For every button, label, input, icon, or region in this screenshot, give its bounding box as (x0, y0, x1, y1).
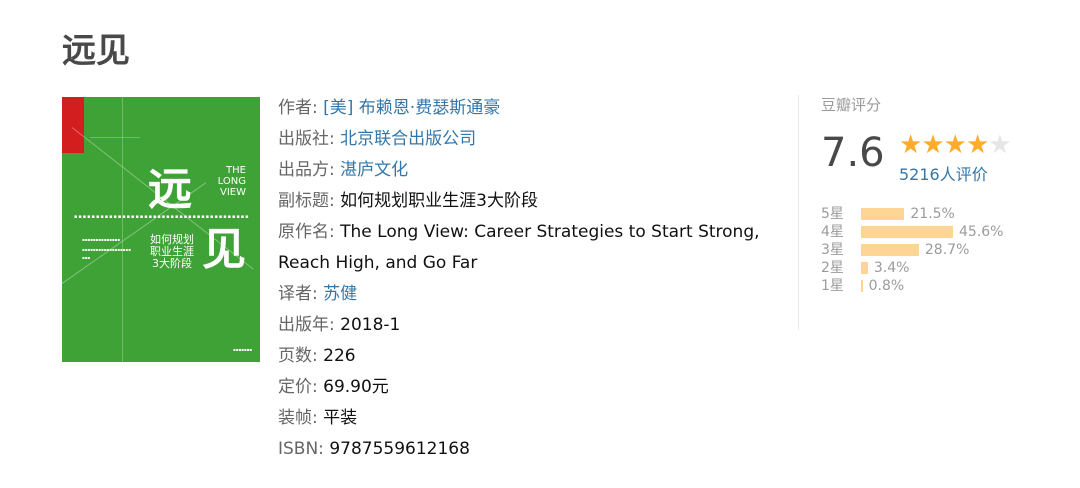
rating-distribution-row: 2星 3.4% (821, 259, 1028, 277)
cover-small-text: ▪▪▪▪▪▪▪▪▪▪▪▪▪▪ (82, 237, 120, 242)
rating-bar (861, 262, 868, 274)
info-value: The Long View: Career Strategies to Star… (278, 222, 760, 273)
info-label: 页数: (278, 346, 318, 366)
info-label: 副标题: (278, 191, 335, 211)
info-label: 原作名: (278, 222, 335, 242)
info-label: 装帧: (278, 408, 318, 428)
translator-link[interactable]: 苏健 (323, 284, 357, 304)
cover-publisher-mark: ▪▪▪▪▪▪▪ (233, 347, 252, 352)
rating-count-link[interactable]: 5216人评价 (899, 165, 988, 185)
rating-star-label: 1星 (821, 278, 844, 294)
rating-score: 7.6 (821, 130, 885, 176)
author-link[interactable]: [美] 布赖恩·费瑟斯通豪 (323, 98, 500, 118)
rating-star-label: 2星 (821, 260, 844, 276)
rating-percent: 21.5% (910, 206, 955, 222)
rating-summary: 7.6 ★★★★★ 5216人评价 (821, 125, 1028, 185)
rating-distribution-row: 4星 45.6% (821, 223, 1028, 241)
rating-panel: 豆瓣评分 7.6 ★★★★★ 5216人评价 5星 21.5% 4星 45.6% 3星 2… (798, 95, 1028, 330)
star-icon: ★ (988, 130, 1011, 160)
info-producer: 出品方: 湛庐文化 (278, 155, 778, 186)
info-value: 69.90元 (323, 377, 389, 397)
info-translator: 译者: 苏健 (278, 279, 778, 310)
cover-title-char: 远 (148, 164, 192, 215)
rating-stars: ★★★★★ (899, 130, 1012, 160)
info-value: 2018-1 (340, 315, 401, 335)
info-label: ISBN: (278, 439, 324, 459)
info-publisher: 出版社: 北京联合出版公司 (278, 124, 778, 155)
info-subtitle: 副标题: 如何规划职业生涯3大阶段 (278, 186, 778, 217)
rating-title: 豆瓣评分 (821, 96, 882, 114)
rating-star-label: 4星 (821, 224, 844, 240)
cover-english-title: THE LONG VIEW (206, 165, 246, 198)
page-title: 远见 (62, 31, 130, 71)
rating-star-label: 5星 (821, 206, 844, 222)
rating-percent: 3.4% (873, 260, 910, 276)
info-label: 出品方: (278, 160, 335, 180)
info-original-title: 原作名: The Long View: Career Strategies to… (278, 217, 778, 279)
book-cover-image[interactable]: 远 见 THE LONG VIEW ▪▪▪▪▪▪▪▪▪▪▪▪▪▪▪▪▪▪▪▪▪▪… (62, 97, 260, 362)
cover-subtitle-line: 3大阶段 (152, 257, 192, 270)
info-author: 作者: [美] 布赖恩·费瑟斯通豪 (278, 93, 778, 124)
book-info: 作者: [美] 布赖恩·费瑟斯通豪 出版社: 北京联合出版公司 出品方: 湛庐文… (278, 93, 778, 465)
star-icon: ★ (965, 130, 989, 160)
rating-percent: 0.8% (868, 278, 905, 294)
rating-distribution: 5星 21.5% 4星 45.6% 3星 28.7% 2星 3.4% 1星 0.8% (821, 205, 1028, 295)
cover-ribbon (62, 97, 84, 153)
info-price: 定价: 69.90元 (278, 372, 778, 403)
cover-english-title-line: VIEW (220, 187, 246, 198)
star-icon: ★ (899, 130, 922, 160)
rating-bar (861, 208, 905, 220)
info-label: 出版年: (278, 315, 335, 335)
star-icon: ★ (943, 130, 967, 160)
info-value: 如何规划职业生涯3大阶段 (340, 191, 538, 211)
cover-chinese-subtitle: 如何规划 职业生涯 3大阶段 (146, 234, 198, 270)
cover-english-title-line: THE (226, 165, 246, 176)
rating-distribution-row: 3星 28.7% (821, 241, 1028, 259)
rating-percent: 45.6% (959, 224, 1004, 240)
rating-star-label: 3星 (821, 242, 844, 258)
rating-bar (861, 244, 919, 256)
star-icon: ★ (921, 130, 944, 160)
cover-tagline-strip: ▪▪▪▪▪▪▪▪▪▪▪▪▪▪▪▪▪▪▪▪▪▪▪▪▪▪▪▪▪▪▪▪▪▪▪▪▪▪▪▪ (74, 214, 250, 220)
rating-bar (861, 226, 953, 238)
info-value: 平装 (323, 408, 358, 428)
info-label: 译者: (278, 284, 318, 304)
rating-percent: 28.7% (924, 242, 970, 258)
cover-small-text: ▪▪▪▪▪▪▪▪▪▪▪▪▪▪▪▪▪▪ (82, 247, 131, 252)
producer-link[interactable]: 湛庐文化 (340, 160, 408, 180)
info-value: 226 (323, 346, 356, 366)
info-label: 出版社: (278, 129, 335, 149)
cover-ribbon-line (90, 137, 140, 138)
info-label: 定价: (278, 377, 318, 397)
info-value: 9787559612168 (329, 439, 470, 459)
publisher-link[interactable]: 北京联合出版公司 (340, 129, 476, 149)
info-pages: 页数: 226 (278, 341, 778, 372)
rating-distribution-row: 1星 0.8% (821, 277, 1028, 295)
info-isbn: ISBN: 9787559612168 (278, 434, 778, 465)
cover-english-title-line: LONG (217, 176, 246, 187)
info-label: 作者: (278, 98, 318, 118)
info-binding: 装帧: 平装 (278, 403, 778, 434)
cover-small-text: ▪▪▪ (82, 255, 91, 260)
cover-title-char: 见 (202, 224, 246, 275)
rating-bar (861, 280, 863, 292)
cover-vertical-line (122, 97, 123, 362)
info-pub-year: 出版年: 2018-1 (278, 310, 778, 341)
rating-distribution-row: 5星 21.5% (821, 205, 1028, 223)
